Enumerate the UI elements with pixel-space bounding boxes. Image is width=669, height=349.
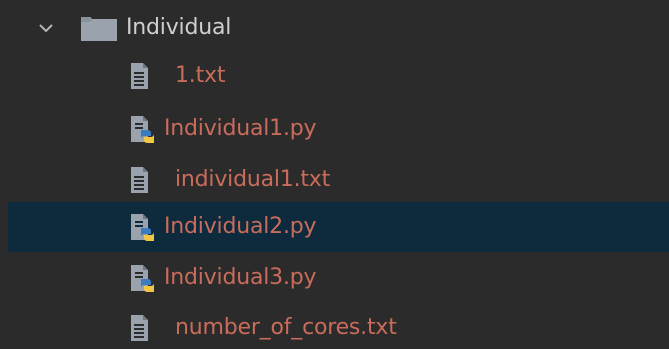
file-item-1-txt[interactable]: 1.txt [8,51,669,101]
text-file-icon [121,164,165,196]
project-tree: Individual 1.txt Individual1.py individu… [0,0,669,349]
chevron-down-icon[interactable] [36,3,56,53]
folder-label: Individual [126,15,232,40]
python-file-icon [121,113,165,145]
file-label: Individual1.py [164,116,317,141]
file-item-individual1-txt[interactable]: individual1.txt [8,155,669,205]
file-label: Individual2.py [164,214,317,239]
file-item-number-of-cores-txt[interactable]: number_of_cores.txt [8,303,669,349]
folder-row-individual[interactable]: Individual [8,3,669,53]
file-label: 1.txt [175,63,226,88]
folder-icon [78,15,120,43]
python-file-icon [121,262,165,294]
text-file-icon [121,60,165,92]
python-file-icon [121,211,165,243]
text-file-icon [121,312,165,344]
file-item-individual2-py[interactable]: Individual2.py [8,202,669,252]
file-label: Individual3.py [164,265,317,290]
file-label: individual1.txt [175,167,331,192]
file-item-individual1-py[interactable]: Individual1.py [8,104,669,154]
file-label: number_of_cores.txt [175,315,397,340]
file-item-individual3-py[interactable]: Individual3.py [8,253,669,303]
